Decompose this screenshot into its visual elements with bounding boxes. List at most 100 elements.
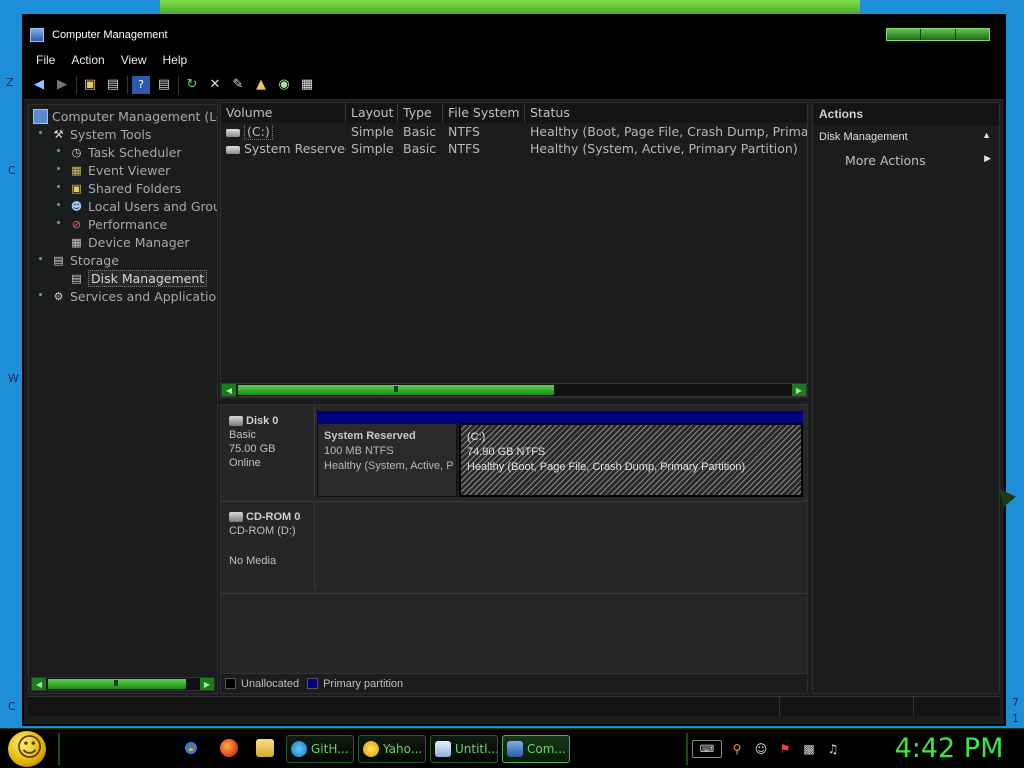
taskbar-button-github[interactable]: GitH... (286, 735, 354, 763)
menu-help[interactable]: Help (163, 53, 188, 67)
maximize-button[interactable] (921, 29, 956, 40)
scroll-left-arrow[interactable]: ◀ (32, 678, 46, 690)
volume-list-header: Volume Layout Type File System Status (221, 103, 807, 123)
taskbar-button-computer-management[interactable]: Com... (502, 735, 570, 763)
tree-expander[interactable] (39, 257, 42, 260)
volume-icon[interactable]: ♫ (824, 740, 842, 758)
performance-icon: ⊘ (71, 217, 82, 231)
desktop-edge-letter: C (8, 700, 16, 713)
scroll-right-arrow[interactable]: ▶ (792, 384, 806, 396)
search-icon[interactable]: ⚲ (728, 740, 746, 758)
volume-cell: System Reserved (221, 141, 346, 158)
menu-file[interactable]: File (36, 53, 55, 67)
partition-size: 74.90 GB NTFS (467, 446, 546, 458)
start-button[interactable] (8, 731, 46, 767)
tree-item-computer-management[interactable]: Computer Management (Loc (33, 107, 218, 125)
event-viewer-icon: ▦ (71, 163, 82, 177)
status-bar (28, 696, 1000, 716)
open-icon[interactable]: ▲ (252, 76, 270, 94)
help-icon[interactable]: ? (132, 75, 150, 94)
table-row[interactable]: System Reserved Simple Basic NTFS Health… (221, 141, 807, 158)
taskbar-button-untitled[interactable]: Untitl... (430, 735, 498, 763)
tree-expander[interactable] (57, 167, 60, 170)
properties-icon[interactable]: ▤ (155, 76, 173, 94)
tree-expander[interactable] (57, 149, 60, 152)
scroll-grip (394, 386, 398, 392)
disk-type: CD-ROM (D:) (229, 525, 296, 537)
tree-item-shared-folders[interactable]: ▣ Shared Folders (69, 179, 181, 197)
tree-item-label: Device Manager (88, 234, 190, 250)
column-layout[interactable]: Layout (346, 103, 398, 123)
tree-item-storage[interactable]: ▤ Storage (51, 251, 119, 269)
partition-c-drive[interactable]: (C:) 74.90 GB NTFS Healthy (Boot, Page F… (459, 423, 803, 497)
minimize-button[interactable] (887, 29, 922, 40)
menu-bar: File Action View Help (24, 50, 1004, 70)
tree-item-event-viewer[interactable]: ▦ Event Viewer (69, 161, 170, 179)
clock[interactable]: 4:42 PM (884, 733, 1014, 764)
menu-action[interactable]: Action (71, 53, 104, 67)
disk-0-label[interactable]: Disk 0 Basic 75.00 GB Online (221, 405, 315, 497)
back-icon[interactable]: ◀ (30, 76, 48, 94)
clock-icon: ◷ (71, 145, 82, 159)
keyboard-icon[interactable]: ⌨ (692, 740, 722, 758)
tree-expander[interactable] (39, 131, 42, 134)
volume-name: (C:) (244, 124, 273, 140)
tree-expander[interactable] (57, 221, 60, 224)
volume-horizontal-scrollbar[interactable]: ◀ ▶ (221, 383, 807, 397)
column-file-system[interactable]: File System (443, 103, 525, 123)
collapse-icon[interactable]: ▲ (982, 130, 991, 140)
firefox-icon[interactable] (220, 739, 238, 757)
refresh-icon[interactable]: ↻ (183, 76, 201, 94)
tree-item-task-scheduler[interactable]: ◷ Task Scheduler (69, 143, 182, 161)
up-folder-icon[interactable]: ▣ (81, 76, 99, 94)
tree-item-services-applications[interactable]: ⚙ Services and Applications (51, 287, 218, 305)
show-hide-tree-icon[interactable]: ▤ (104, 76, 122, 94)
close-button[interactable] (956, 29, 989, 40)
title-bar[interactable]: Computer Management (24, 16, 1004, 50)
tree-expander[interactable] (57, 185, 60, 188)
tree-item-label: Services and Applications (70, 288, 218, 304)
disk-separator (221, 501, 807, 502)
forward-icon[interactable]: ▶ (53, 76, 71, 94)
tree-item-system-tools[interactable]: ⚒ System Tools (51, 125, 152, 143)
tree-item-device-manager[interactable]: ▦ Device Manager (69, 233, 190, 251)
column-type[interactable]: Type (398, 103, 443, 123)
toolbar: ◀ ▶ ▣ ▤ ? ▤ ↻ ✕ ✎ ▲ ◉ ▦ (24, 70, 1004, 100)
partition-title: System Reserved (324, 430, 416, 442)
delete-icon[interactable]: ✕ (206, 76, 224, 94)
tree-expander[interactable] (39, 293, 42, 296)
scroll-left-arrow[interactable]: ◀ (222, 384, 236, 396)
scroll-right-arrow[interactable]: ▶ (200, 678, 214, 690)
tree-item-label: Computer Management (Loc (52, 108, 218, 124)
menu-view[interactable]: View (121, 53, 147, 67)
taskbar-button-yahoo[interactable]: Yaho... (358, 735, 426, 763)
legend-primary-partition: Primary partition (323, 677, 404, 690)
settings-icon[interactable]: ✎ (229, 76, 247, 94)
tree-item-label: Event Viewer (88, 162, 171, 178)
tree-item-disk-management[interactable]: ▤ Disk Management (69, 269, 208, 287)
folder-icon[interactable] (256, 739, 274, 757)
partition-title: (C:) (467, 431, 486, 443)
taskbar: GitH... Yaho... Untitl... Com... ⌨ ⚲ ☺ ⚑… (0, 728, 1024, 768)
network-icon[interactable]: ▩ (800, 740, 818, 758)
export-icon[interactable]: ▦ (298, 76, 316, 94)
actions-section-disk-management[interactable]: Disk Management ▲ (813, 125, 999, 149)
more-actions-item[interactable]: More Actions ▶ (813, 149, 999, 171)
messenger-status-icon[interactable]: ☺ (752, 740, 770, 758)
users-icon: ☻ (70, 199, 83, 213)
partition-system-reserved[interactable]: System Reserved 100 MB NTFS Healthy (Sys… (317, 423, 457, 497)
tree-horizontal-scrollbar[interactable]: ◀ ▶ (31, 677, 215, 691)
column-volume[interactable]: Volume (221, 103, 346, 123)
tree-expander[interactable] (57, 203, 60, 206)
column-status[interactable]: Status (525, 103, 807, 123)
search-icon[interactable]: ◉ (275, 76, 293, 94)
tree-item-performance[interactable]: ⊘ Performance (69, 215, 167, 233)
type-cell: Basic (403, 141, 437, 156)
chrome-icon[interactable] (182, 739, 200, 757)
flag-icon[interactable]: ⚑ (776, 740, 794, 758)
tree-item-local-users[interactable]: ☻ Local Users and Grou (69, 197, 217, 215)
tools-icon: ⚒ (53, 127, 64, 141)
scroll-grip (114, 680, 118, 686)
cdrom-0-label[interactable]: CD-ROM 0 CD-ROM (D:) No Media (221, 503, 315, 589)
table-row[interactable]: (C:) Simple Basic NTFS Healthy (Boot, Pa… (221, 124, 807, 141)
